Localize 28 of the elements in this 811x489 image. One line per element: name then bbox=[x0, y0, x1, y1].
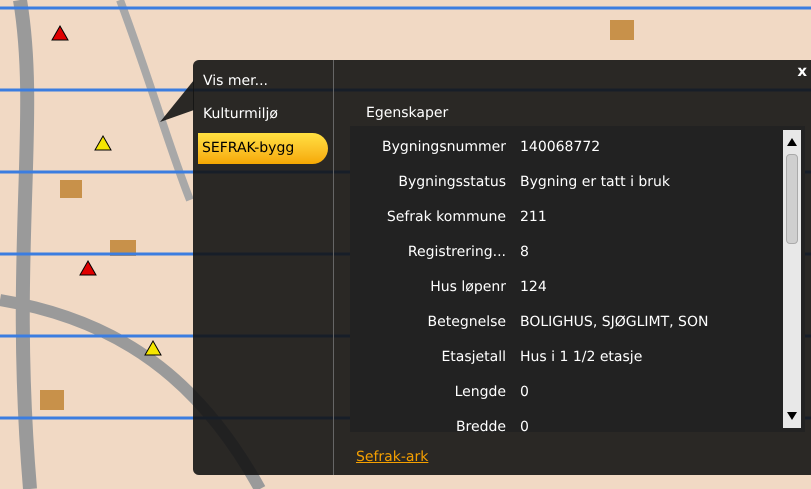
property-label: Hus løpenr bbox=[429, 278, 507, 297]
property-value: 124 bbox=[520, 278, 547, 297]
property-label: Bygningsstatus bbox=[397, 173, 507, 192]
scroll-up-icon[interactable] bbox=[787, 138, 797, 146]
property-label: Sefrak kommune bbox=[386, 208, 507, 227]
menu-item[interactable]: Vis mer... bbox=[193, 67, 333, 95]
property-value: BOLIGHUS, SJØGLIMT, SON bbox=[520, 313, 708, 332]
menu-item[interactable]: Kulturmiljø bbox=[193, 100, 333, 128]
sefrak-link[interactable]: Sefrak-ark bbox=[356, 449, 428, 465]
property-value: 140068772 bbox=[520, 138, 600, 157]
property-label: Bredde bbox=[454, 418, 507, 432]
property-value: Bygning er tatt i bruk bbox=[520, 173, 670, 192]
property-label: Lengde bbox=[454, 383, 507, 402]
property-label: Etasjetall bbox=[440, 348, 507, 367]
scroll-down-icon[interactable] bbox=[787, 412, 797, 420]
property-label: Bygningsnummer bbox=[381, 138, 507, 157]
property-value: Hus i 1 1/2 etasje bbox=[520, 348, 642, 367]
property-label: Registrering... bbox=[406, 243, 507, 262]
property-label: Betegnelse bbox=[426, 313, 507, 332]
scrollbar[interactable] bbox=[783, 130, 801, 428]
property-value: 8 bbox=[520, 243, 529, 262]
property-value: 0 bbox=[520, 418, 529, 432]
menu-item[interactable]: SEFRAK-bygg bbox=[198, 133, 328, 164]
scroll-thumb[interactable] bbox=[786, 154, 798, 244]
property-value: 211 bbox=[520, 208, 547, 227]
close-button[interactable]: x bbox=[797, 64, 807, 79]
section-title: Egenskaper bbox=[366, 105, 448, 121]
property-value: 0 bbox=[520, 383, 529, 402]
